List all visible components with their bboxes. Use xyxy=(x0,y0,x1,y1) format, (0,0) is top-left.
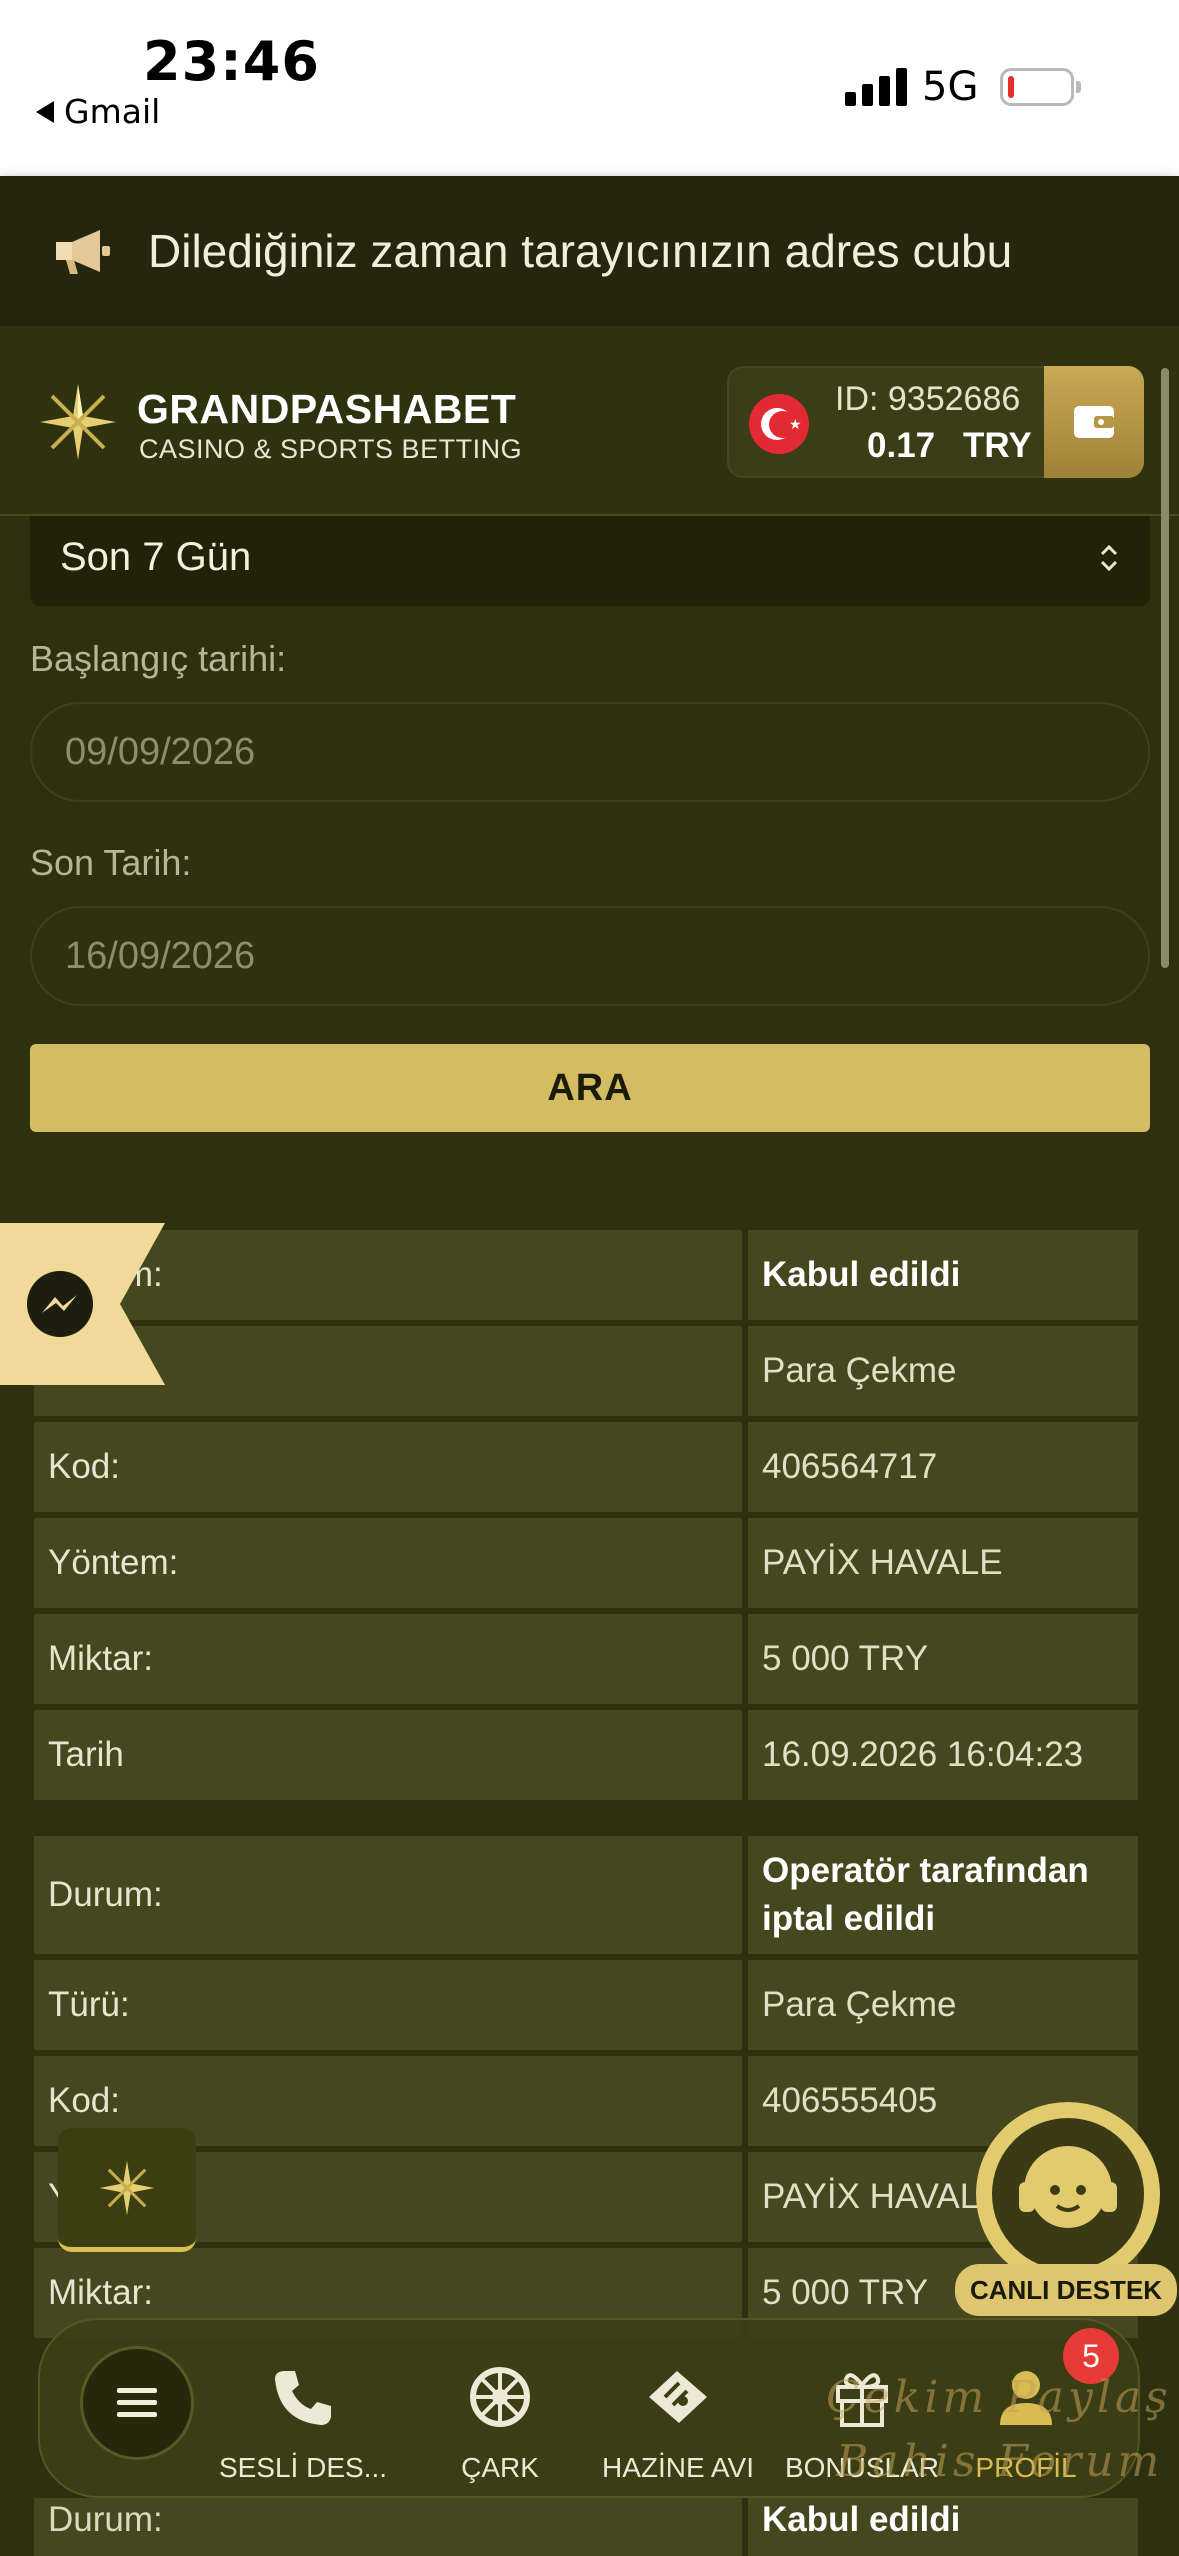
record-value: 5 000 TRY xyxy=(748,1614,1138,1704)
end-date-input[interactable]: 16/09/2026 xyxy=(30,906,1150,1006)
account-balance-box[interactable]: ★ ID: 9352686 0.17 TRY xyxy=(727,366,1144,478)
battery-icon xyxy=(1000,68,1081,106)
menu-button[interactable] xyxy=(80,2346,194,2460)
brand-star-icon[interactable] xyxy=(36,380,120,464)
nav-label: HAZİNE AVI xyxy=(602,2452,754,2483)
nav-label: ÇARK xyxy=(461,2452,539,2483)
table-row: Yöntem: PAYİX HAVALE xyxy=(34,1518,1144,1608)
table-row: Kod: 406564717 xyxy=(34,1422,1144,1512)
record-key: Yöntem: xyxy=(34,1518,742,1608)
network-type: 5G xyxy=(922,64,979,110)
nav-item-wheel[interactable]: ÇARK xyxy=(430,2362,570,2484)
record-value: Kabul edildi xyxy=(748,2498,1138,2556)
period-select[interactable]: Son 7 Gün xyxy=(30,516,1150,606)
start-date-input[interactable]: 09/09/2026 xyxy=(30,702,1150,802)
record-key: Türü: xyxy=(34,1960,742,2050)
record-value: 16.09.2026 16:04:23 xyxy=(748,1710,1138,1800)
table-row: Tarih 16.09.2026 16:04:23 xyxy=(34,1710,1144,1800)
select-chevron-icon xyxy=(1100,544,1118,572)
end-date-label: Son Tarih: xyxy=(30,842,192,883)
record-value: Operatör tarafından iptal edildi xyxy=(748,1836,1138,1954)
scrollbar[interactable] xyxy=(1161,368,1169,968)
status-time: 23:46 xyxy=(143,30,320,93)
table-row: Türü: Para Çekme xyxy=(34,1960,1144,2050)
account-currency: TRY xyxy=(963,426,1032,465)
nav-item-treasure-hunt[interactable]: HAZİNE AVI xyxy=(588,2362,768,2484)
record-value: Kabul edildi xyxy=(748,1230,1138,1320)
record-key: Tarih xyxy=(34,1710,742,1800)
watermark-line: Bahis Forum xyxy=(836,2436,1164,2487)
table-row: Miktar: 5 000 TRY xyxy=(34,1614,1144,1704)
messenger-icon xyxy=(27,1271,93,1337)
record-key: Durum: xyxy=(34,2498,742,2556)
search-button[interactable]: ARA xyxy=(30,1044,1150,1132)
turkey-flag-icon: ★ xyxy=(749,394,809,454)
live-support-label[interactable]: CANLI DESTEK xyxy=(955,2264,1177,2316)
announcement-text: Dilediğiniz zaman tarayıcınızın adres cu… xyxy=(148,225,1013,277)
wallet-button[interactable] xyxy=(1044,366,1144,478)
table-row: Türü: Para Çekme xyxy=(34,1326,1144,1416)
record-value: PAYİX HAVALE xyxy=(748,1518,1138,1608)
back-arrow-icon xyxy=(36,100,54,123)
forum-watermark: Çekim Paylaş Bahis Forum xyxy=(826,2366,1179,2494)
phone-icon xyxy=(275,2371,331,2425)
hamburger-icon xyxy=(117,2388,157,2417)
treasure-ticket-icon xyxy=(649,2371,707,2423)
back-to-gmail[interactable]: Gmail xyxy=(36,92,160,131)
wallet-icon xyxy=(1074,406,1114,438)
table-row: Durum: Kabul edildi xyxy=(34,2498,1144,2556)
record-key: Durum: xyxy=(34,1836,742,1954)
megaphone-icon xyxy=(52,226,114,276)
brand-subtitle: CASINO & SPORTS BETTING xyxy=(139,434,523,464)
transaction-record: Durum: Kabul edildi Türü: Para Çekme Kod… xyxy=(34,1230,1144,1806)
nav-label: SESLİ DES... xyxy=(218,2452,388,2483)
announcement-bar[interactable]: Dilediğiniz zaman tarayıcınızın adres cu… xyxy=(0,176,1179,326)
period-select-value: Son 7 Gün xyxy=(60,535,252,579)
status-bar: 23:46 Gmail 5G xyxy=(0,0,1179,176)
start-date-label: Başlangıç tarihi: xyxy=(30,638,287,679)
quick-menu-button[interactable] xyxy=(58,2128,196,2252)
site-header: GRANDPASHABET CASINO & SPORTS BETTING ★ … xyxy=(0,326,1179,516)
record-value: Para Çekme xyxy=(748,1326,1138,1416)
wheel-icon xyxy=(470,2367,530,2427)
brand-name[interactable]: GRANDPASHABET xyxy=(137,386,516,433)
record-key: Kod: xyxy=(34,1422,742,1512)
record-value: 406564717 xyxy=(748,1422,1138,1512)
account-id: ID: 9352686 xyxy=(835,380,1021,418)
table-row: Durum: Kabul edildi xyxy=(34,1230,1144,1320)
record-value: Para Çekme xyxy=(748,1960,1138,2050)
record-key: Miktar: xyxy=(34,1614,742,1704)
account-balance: 0.17 xyxy=(867,426,936,465)
back-app-label: Gmail xyxy=(64,92,161,131)
watermark-line: Çekim Paylaş xyxy=(826,2372,1172,2423)
messenger-tab[interactable] xyxy=(0,1223,165,1385)
cellular-signal-icon xyxy=(845,66,907,106)
table-row: Durum: Operatör tarafından iptal edildi xyxy=(34,1836,1144,1954)
nav-item-voice-support[interactable]: SESLİ DES... xyxy=(198,2362,408,2484)
brand-star-icon xyxy=(99,2160,155,2215)
